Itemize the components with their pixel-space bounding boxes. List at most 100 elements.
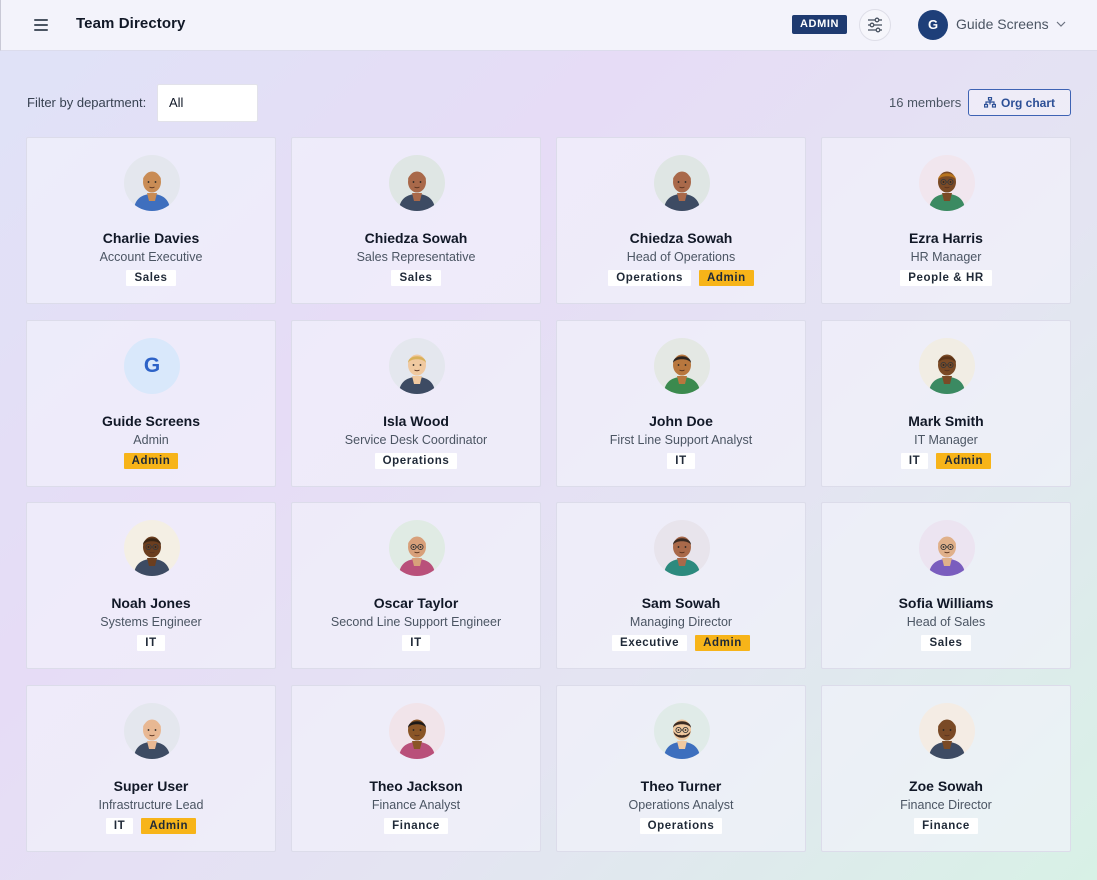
top-bar: Team Directory ADMIN G Guide Screens bbox=[0, 0, 1097, 51]
member-avatar bbox=[124, 702, 180, 759]
member-tags: Executive Admin bbox=[557, 635, 805, 651]
member-name: Sofia Williams bbox=[898, 595, 994, 611]
member-card[interactable]: Isla Wood Service Desk Coordinator Operati… bbox=[291, 319, 541, 487]
department-tag: IT bbox=[105, 817, 134, 834]
member-role: Sales Representative bbox=[356, 250, 476, 264]
member-role: Account Executive bbox=[99, 250, 203, 264]
member-avatar bbox=[389, 520, 445, 576]
department-tag: Sales bbox=[126, 270, 176, 286]
member-avatar bbox=[124, 155, 180, 211]
member-avatar bbox=[124, 520, 180, 576]
chevron-down-icon[interactable] bbox=[1055, 18, 1067, 30]
member-tags: IT Admin bbox=[27, 817, 275, 834]
member-name: Sam Sowah bbox=[641, 595, 721, 611]
member-name: John Doe bbox=[649, 412, 713, 429]
member-tags: IT Admin bbox=[822, 452, 1070, 469]
member-role: First Line Support Analyst bbox=[609, 432, 753, 447]
department-tag: Operations bbox=[374, 452, 458, 469]
org-chart-label: Org chart bbox=[1000, 95, 1055, 110]
member-card[interactable]: Ezra Harris HR Manager People & HR bbox=[821, 137, 1071, 304]
member-role: Finance Director bbox=[900, 797, 992, 812]
member-tags: Operations bbox=[292, 452, 540, 469]
member-role: Finance Analyst bbox=[371, 797, 461, 812]
member-role: IT Manager bbox=[914, 432, 978, 447]
member-card[interactable]: Chiedza Sowah Sales Representative Sales bbox=[291, 137, 541, 304]
member-card[interactable]: John Doe First Line Support Analyst IT bbox=[556, 319, 806, 487]
org-chart-icon bbox=[983, 97, 996, 108]
hamburger-menu-icon[interactable] bbox=[31, 14, 53, 36]
member-name: Mark Smith bbox=[908, 412, 984, 429]
member-tags: Sales bbox=[822, 635, 1070, 651]
department-tag: People & HR bbox=[900, 270, 992, 286]
member-role: Operations Analyst bbox=[628, 797, 734, 812]
member-name: Oscar Taylor bbox=[373, 595, 459, 611]
admin-tag: Admin bbox=[695, 635, 750, 651]
admin-tag: Admin bbox=[123, 452, 179, 469]
member-card[interactable]: Theo Jackson Finance Analyst Finance bbox=[291, 684, 541, 852]
department-tag: Finance bbox=[384, 817, 448, 834]
member-avatar bbox=[389, 155, 445, 211]
member-card[interactable]: Theo Turner Operations Analyst Operations bbox=[556, 684, 806, 852]
member-tags: Finance bbox=[822, 817, 1070, 834]
member-role: Admin bbox=[133, 432, 169, 447]
member-role: Infrastructure Lead bbox=[98, 797, 204, 812]
member-tags: Operations Admin bbox=[557, 270, 805, 286]
member-avatar bbox=[919, 337, 975, 394]
user-menu-name[interactable]: Guide Screens bbox=[956, 16, 1049, 32]
member-role: Head of Sales bbox=[906, 615, 986, 629]
member-card[interactable]: Mark Smith IT Manager IT Admin bbox=[821, 319, 1071, 487]
filter-settings-button[interactable] bbox=[859, 9, 891, 41]
department-tag: Executive bbox=[612, 635, 688, 651]
member-name: Theo Jackson bbox=[369, 777, 463, 794]
department-tag: Finance bbox=[914, 817, 978, 834]
member-name: Guide Screens bbox=[101, 412, 201, 429]
member-name: Zoe Sowah bbox=[909, 777, 983, 794]
member-count: 16 members bbox=[889, 95, 962, 110]
member-name: Theo Turner bbox=[640, 777, 722, 794]
member-card[interactable]: Sam Sowah Managing Director Executive Admin bbox=[556, 502, 806, 669]
member-card[interactable]: Oscar Taylor Second Line Support Engineer… bbox=[291, 502, 541, 669]
member-avatar bbox=[919, 702, 975, 759]
department-tag: IT bbox=[137, 635, 165, 651]
sliders-icon bbox=[868, 17, 882, 33]
member-role: Second Line Support Engineer bbox=[330, 615, 502, 629]
member-avatar: G bbox=[124, 337, 180, 394]
member-card[interactable]: Chiedza Sowah Head of Operations Operation… bbox=[556, 137, 806, 304]
org-chart-button[interactable]: Org chart bbox=[968, 89, 1071, 116]
member-avatar bbox=[389, 337, 445, 394]
department-tag: Operations bbox=[639, 817, 723, 834]
member-avatar bbox=[654, 520, 710, 576]
page-title: Team Directory bbox=[76, 15, 186, 32]
member-role: Head of Operations bbox=[626, 250, 736, 264]
member-role: Service Desk Coordinator bbox=[344, 432, 488, 447]
department-tag: IT bbox=[900, 452, 929, 469]
admin-tag: Admin bbox=[936, 452, 992, 469]
member-card[interactable]: Super User Infrastructure Lead IT Admin bbox=[26, 684, 276, 852]
member-role: HR Manager bbox=[910, 250, 982, 264]
member-avatar bbox=[654, 702, 710, 759]
member-avatar bbox=[654, 155, 710, 211]
member-name: Noah Jones bbox=[111, 595, 191, 611]
member-role: Managing Director bbox=[629, 615, 733, 629]
department-tag: Operations bbox=[608, 270, 691, 286]
member-name: Ezra Harris bbox=[909, 230, 983, 246]
member-card[interactable]: Charlie Davies Account Executive Sales bbox=[26, 137, 276, 304]
member-card[interactable]: G Guide Screens Admin Admin bbox=[26, 319, 276, 487]
user-avatar[interactable]: G bbox=[918, 10, 948, 40]
department-filter-label: Filter by department: bbox=[27, 95, 147, 110]
member-role: Systems Engineer bbox=[100, 615, 202, 629]
member-tags: Sales bbox=[27, 270, 275, 286]
member-name: Chiedza Sowah bbox=[364, 230, 468, 246]
member-tags: IT bbox=[27, 635, 275, 651]
member-name: Charlie Davies bbox=[102, 230, 200, 246]
member-card[interactable]: Zoe Sowah Finance Director Finance bbox=[821, 684, 1071, 852]
member-tags: Finance bbox=[292, 817, 540, 834]
member-tags: Admin bbox=[27, 452, 275, 469]
member-card[interactable]: Sofia Williams Head of Sales Sales bbox=[821, 502, 1071, 669]
department-filter-select[interactable]: All bbox=[157, 84, 258, 122]
department-tag: IT bbox=[402, 635, 430, 651]
member-card[interactable]: Noah Jones Systems Engineer IT bbox=[26, 502, 276, 669]
member-tags: People & HR bbox=[822, 270, 1070, 286]
department-tag: IT bbox=[667, 452, 695, 469]
member-name: Super User bbox=[113, 777, 189, 794]
